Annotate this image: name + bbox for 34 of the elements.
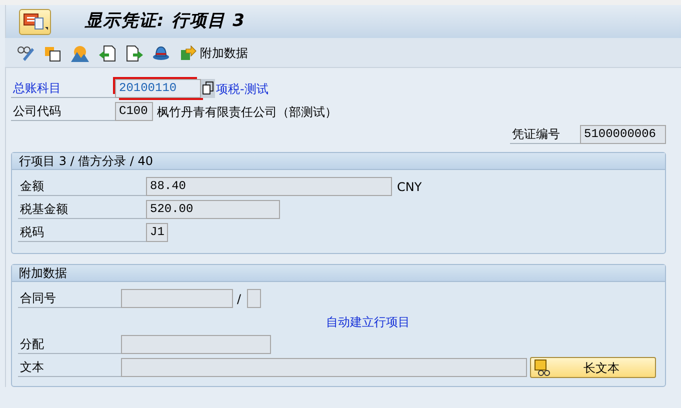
input-field[interactable]	[121, 358, 527, 377]
currency-text: CNY	[397, 178, 422, 196]
input-field[interactable]: 88.40	[146, 177, 392, 196]
input-field[interactable]: 520.00	[146, 200, 280, 219]
glasses-pencil-icon	[17, 44, 35, 62]
mountain-sun-icon	[71, 44, 89, 62]
input-field[interactable]: 5100000006	[580, 125, 666, 144]
page-forward-icon	[125, 44, 143, 62]
toolbar-button[interactable]	[17, 44, 35, 62]
group-header: 行项目 3 / 借方分录 / 40	[12, 153, 665, 170]
toolbar-button[interactable]	[125, 44, 143, 62]
copy-icon[interactable]	[201, 79, 215, 98]
page-back-icon	[98, 44, 116, 62]
arrow-page-icon	[179, 44, 197, 62]
menu-button[interactable]	[19, 8, 51, 34]
auto-line-text: 自动建立行项目	[326, 314, 410, 330]
description-text: 枫竹丹青有限责任公司（部测试）	[157, 104, 337, 120]
note-glasses-icon	[534, 359, 551, 376]
input-field[interactable]	[121, 335, 271, 354]
toolbar-button[interactable]	[98, 44, 116, 62]
input-field[interactable]	[121, 289, 233, 308]
input-field[interactable]	[247, 289, 262, 308]
input-field[interactable]: 20100110	[115, 79, 201, 98]
additional-data-button[interactable]: 附加数据	[179, 44, 248, 62]
description-text: 项税-测试	[216, 80, 268, 98]
long-text-button[interactable]: 长文本	[530, 357, 656, 378]
input-field[interactable]: J1	[146, 223, 168, 242]
hat-icon	[152, 44, 170, 62]
window-title: 显示凭证: 行项目 3	[85, 10, 246, 33]
group-header: 附加数据	[12, 265, 665, 282]
menu-icon	[23, 12, 49, 32]
input-field[interactable]: C100	[115, 102, 153, 121]
toolbar-button[interactable]	[152, 44, 170, 62]
separator-text: /	[237, 290, 242, 308]
